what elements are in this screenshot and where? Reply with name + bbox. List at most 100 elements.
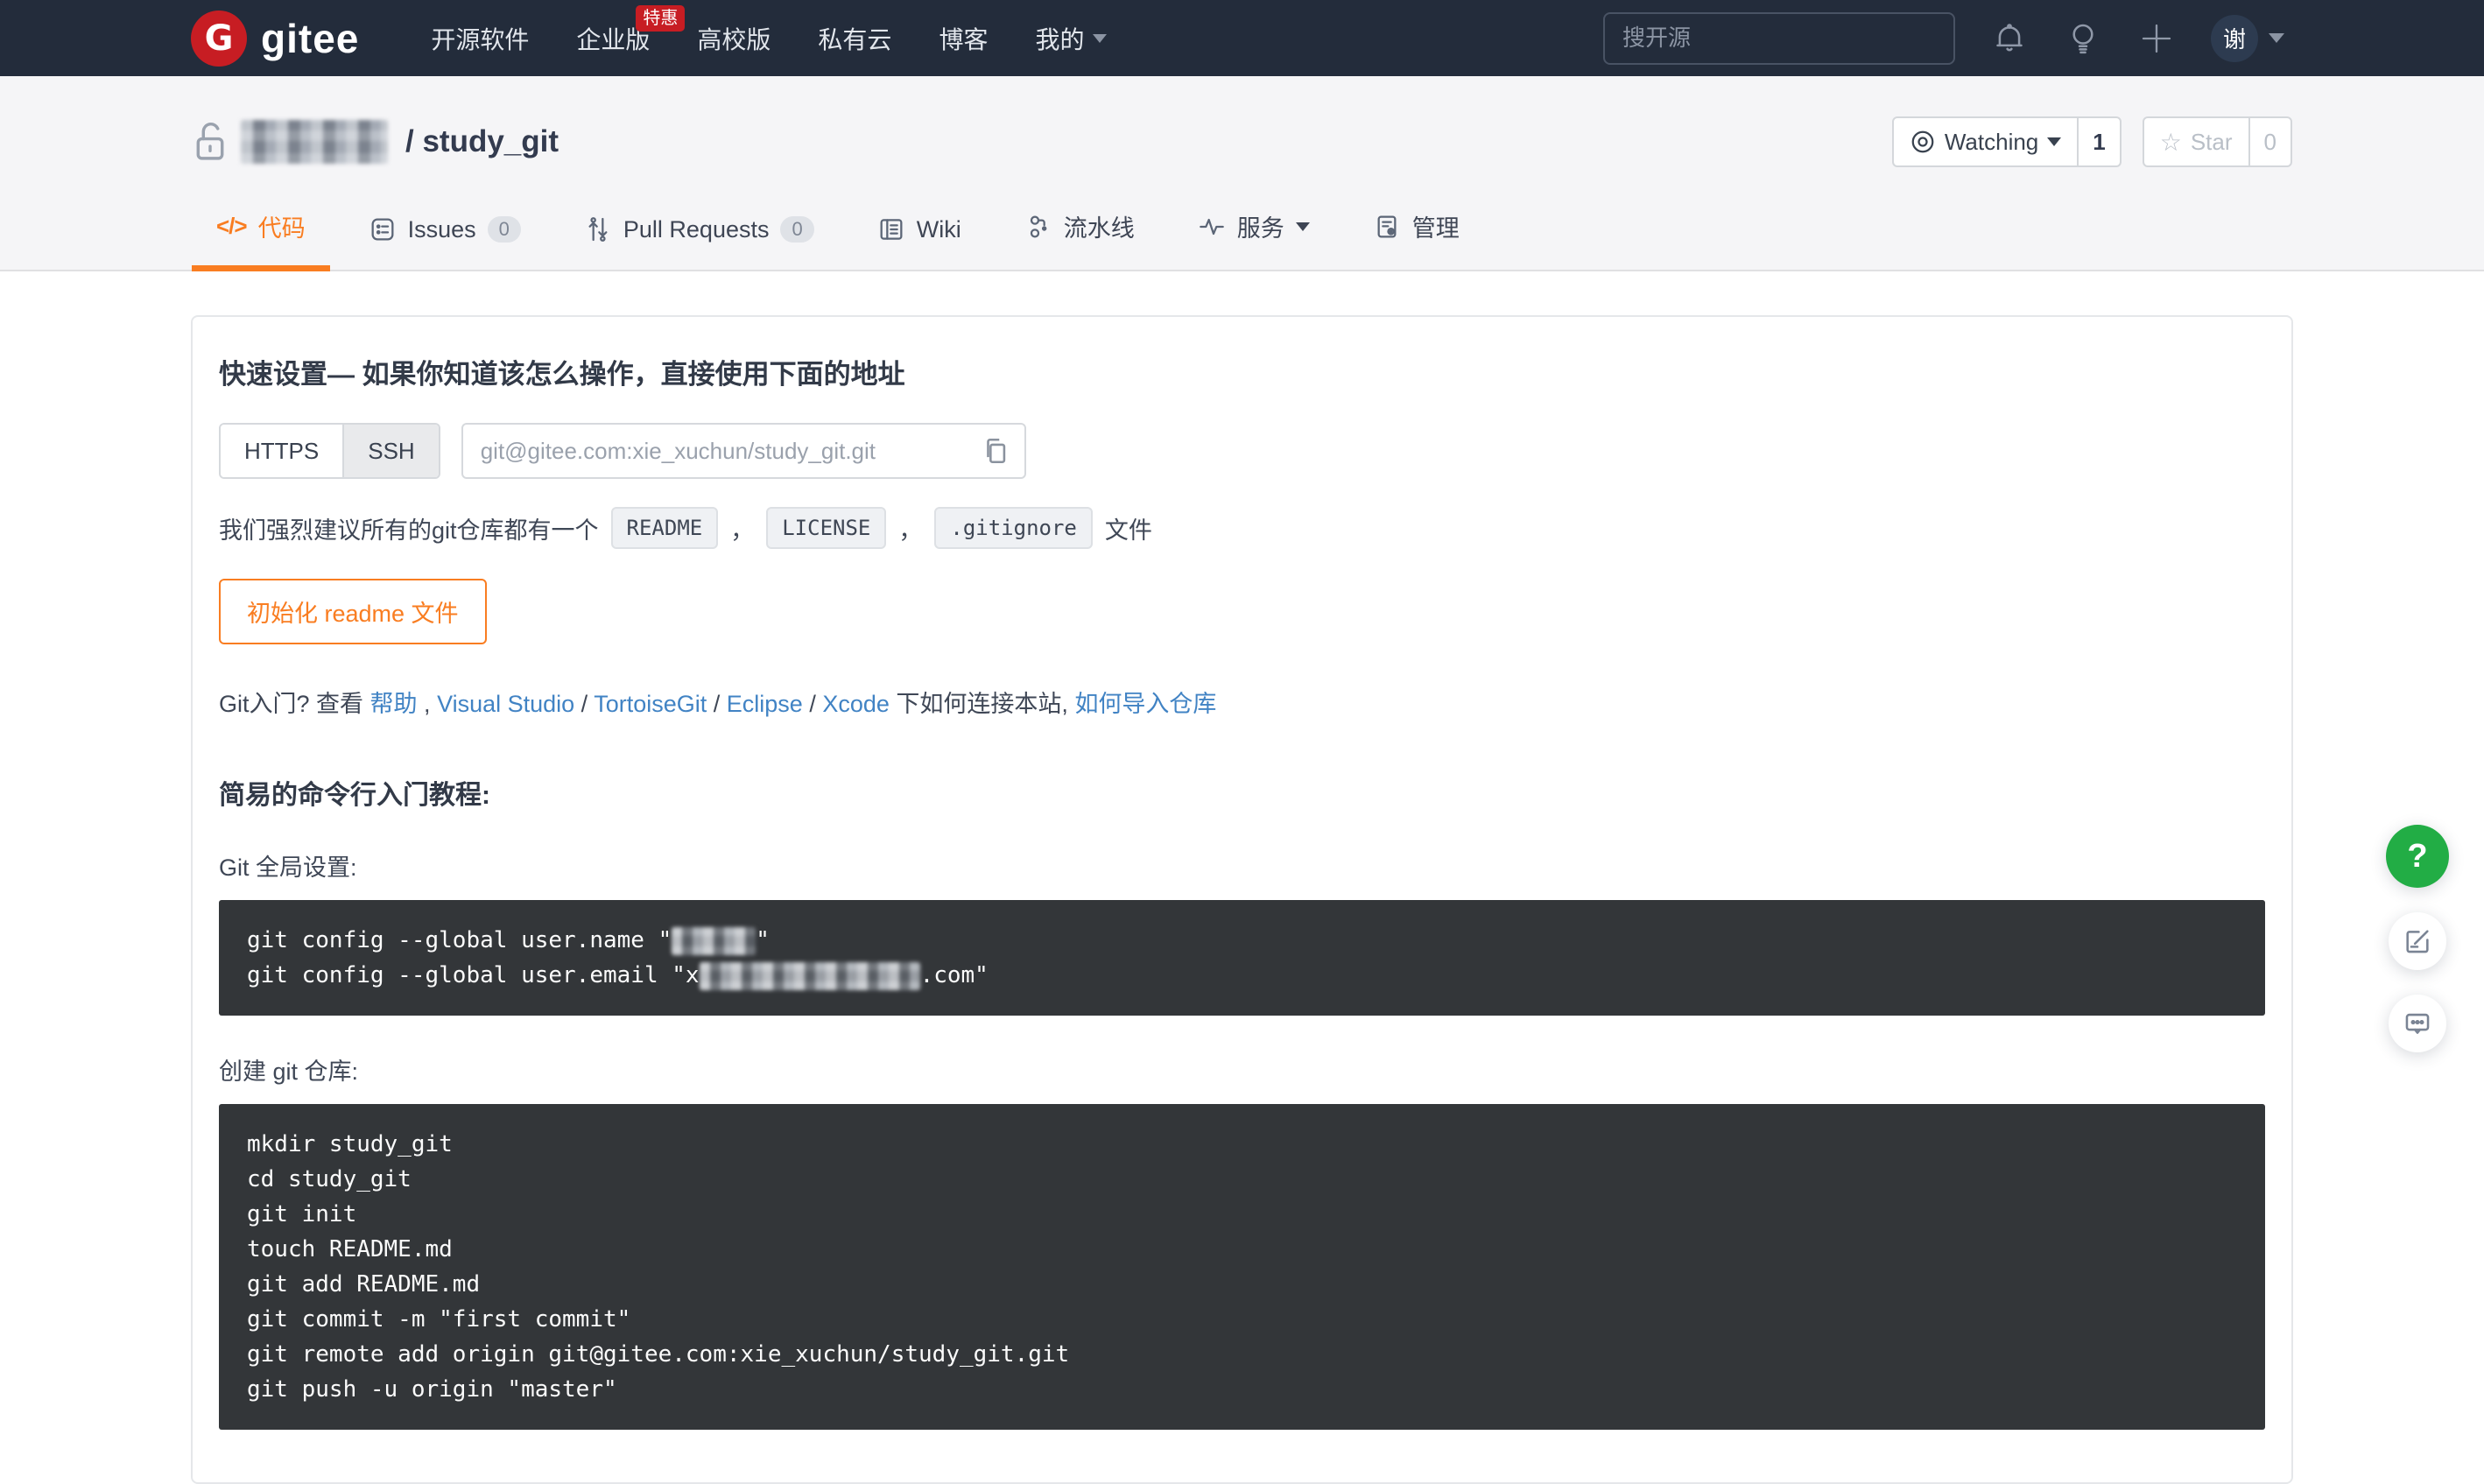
repo-title-row: / study_git Watching 1 ☆ Star (192, 76, 2292, 167)
code-icon: </> (216, 213, 247, 240)
watch-button-group: Watching 1 (1892, 116, 2122, 167)
nav-item-blog[interactable]: 博客 (939, 0, 988, 76)
watch-count[interactable]: 1 (2077, 118, 2119, 165)
help-button[interactable]: ? (2386, 825, 2449, 888)
user-menu[interactable]: 谢 (2211, 15, 2284, 62)
tab-pull-requests[interactable]: Pull Requests 0 (559, 207, 839, 270)
gitee-logo[interactable]: G gitee (191, 11, 359, 67)
nav-item-private-cloud[interactable]: 私有云 (818, 0, 891, 76)
nav-item-label: 私有云 (818, 21, 891, 56)
chevron-down-icon (2269, 33, 2284, 43)
main-content: 快速设置— 如果你知道该怎么操作，直接使用下面的地址 HTTPS SSH 我们强… (0, 271, 2484, 1484)
repo-header-section: / study_git Watching 1 ☆ Star (0, 76, 2484, 271)
tab-services[interactable]: 服务 (1173, 200, 1334, 270)
global-config-code-block: git config --global user.name " " git con… (219, 900, 2265, 1016)
feedback-button[interactable] (2389, 912, 2446, 970)
navbar-right: 谢 (1603, 12, 2284, 65)
clone-url-row: HTTPS SSH (219, 423, 2265, 479)
nav-item-opensource[interactable]: 开源软件 (431, 0, 529, 76)
gitignore-pill: .gitignore (934, 507, 1093, 549)
promo-badge: 特惠 (636, 5, 685, 32)
redacted-email (700, 962, 920, 990)
code-text: git config --global user.email "x (247, 962, 700, 988)
avatar-text: 谢 (2223, 22, 2246, 54)
tortoisegit-link[interactable]: TortoiseGit (594, 691, 707, 717)
tab-manage[interactable]: 管理 (1348, 200, 1484, 270)
code-text: " (756, 927, 770, 953)
separator: / (803, 691, 823, 717)
license-pill: LICENSE (766, 507, 886, 549)
star-button[interactable]: ☆ Star (2144, 118, 2248, 165)
logo-text: gitee (261, 15, 359, 62)
nav-item-label: 高校版 (697, 21, 771, 56)
eye-icon (1910, 129, 1936, 155)
avatar: 谢 (2211, 15, 2258, 62)
code-line: mkdir study_git (247, 1127, 2237, 1162)
nav-item-education[interactable]: 高校版 (697, 0, 771, 76)
plus-icon[interactable] (2137, 19, 2176, 58)
readme-pill: README (611, 507, 719, 549)
visual-studio-link[interactable]: Visual Studio (437, 691, 574, 717)
eclipse-link[interactable]: Eclipse (727, 691, 803, 717)
repo-title: / study_git (192, 120, 559, 164)
star-count[interactable]: 0 (2248, 118, 2290, 165)
issues-icon (369, 215, 397, 243)
star-button-group: ☆ Star 0 (2143, 116, 2292, 167)
star-label: Star (2191, 129, 2233, 156)
help-link[interactable]: 帮助 (370, 691, 418, 717)
advice-prefix: 我们强烈建议所有的git仓库都有一个 (219, 511, 599, 545)
tab-label: 服务 (1237, 209, 1284, 243)
nav-item-enterprise[interactable]: 企业版 特惠 (576, 0, 650, 76)
pulse-icon (1198, 213, 1226, 241)
separator: / (707, 691, 727, 717)
intro-prefix: Git入门? 查看 (219, 691, 363, 717)
repo-name: / study_git (405, 124, 559, 159)
code-line: git init (247, 1197, 2237, 1232)
redacted-username (241, 120, 388, 164)
navbar-left: G gitee 开源软件 企业版 特惠 高校版 私有云 博客 我的 (191, 0, 1107, 76)
code-text: .com" (920, 962, 989, 988)
search-input[interactable] (1603, 12, 1955, 65)
comment-button[interactable] (2389, 995, 2446, 1052)
ssh-button[interactable]: SSH (342, 425, 438, 477)
redacted-name (672, 927, 756, 955)
clone-url-input[interactable] (463, 438, 981, 465)
tab-code[interactable]: </> 代码 (192, 200, 330, 270)
advice-line: 我们强烈建议所有的git仓库都有一个 README ， LICENSE ， .g… (219, 507, 2265, 549)
gitee-logo-icon: G (191, 11, 247, 67)
global-config-label: Git 全局设置: (219, 848, 2265, 883)
tab-label: 代码 (258, 209, 306, 243)
floating-toolbar: ? (2386, 825, 2449, 1052)
manage-icon (1373, 213, 1401, 241)
pull-request-icon (584, 215, 612, 243)
code-line: git commit -m "first commit" (247, 1302, 2237, 1337)
protocol-toggle: HTTPS SSH (219, 423, 440, 479)
lightbulb-icon[interactable] (2064, 19, 2102, 58)
https-button[interactable]: HTTPS (221, 425, 342, 477)
tab-pipeline[interactable]: 流水线 (1000, 200, 1159, 270)
unlock-icon (192, 121, 229, 163)
copy-icon[interactable] (981, 436, 1010, 466)
top-navbar: G gitee 开源软件 企业版 特惠 高校版 私有云 博客 我的 (0, 0, 2484, 76)
xcode-link[interactable]: Xcode (822, 691, 890, 717)
tab-issues[interactable]: Issues 0 (344, 207, 545, 270)
quick-setup-card: 快速设置— 如果你知道该怎么操作，直接使用下面的地址 HTTPS SSH 我们强… (191, 315, 2293, 1484)
nav-item-label: 我的 (1035, 21, 1084, 56)
bell-icon[interactable] (1990, 19, 2029, 58)
watch-button[interactable]: Watching (1894, 118, 2077, 165)
separator: / (574, 691, 594, 717)
nav-item-mine[interactable]: 我的 (1035, 0, 1107, 76)
git-intro-line: Git入门? 查看 帮助 , Visual Studio / TortoiseG… (219, 685, 2265, 719)
tab-wiki[interactable]: Wiki (853, 207, 986, 270)
import-repo-link[interactable]: 如何导入仓库 (1074, 691, 1216, 717)
chevron-down-icon (2047, 137, 2061, 146)
repo-tabs: </> 代码 Issues 0 Pull Requests 0 (192, 200, 2292, 270)
tab-label: Pull Requests (623, 216, 770, 243)
comma: ， (898, 511, 922, 545)
init-readme-button[interactable]: 初始化 readme 文件 (219, 579, 487, 644)
advice-suffix: 文件 (1105, 511, 1152, 545)
intro-middle: 下如何连接本站, (896, 691, 1068, 717)
watch-label: Watching (1945, 129, 2038, 156)
code-text: git config --global user.name " (247, 927, 672, 953)
tab-label: 流水线 (1064, 209, 1135, 243)
